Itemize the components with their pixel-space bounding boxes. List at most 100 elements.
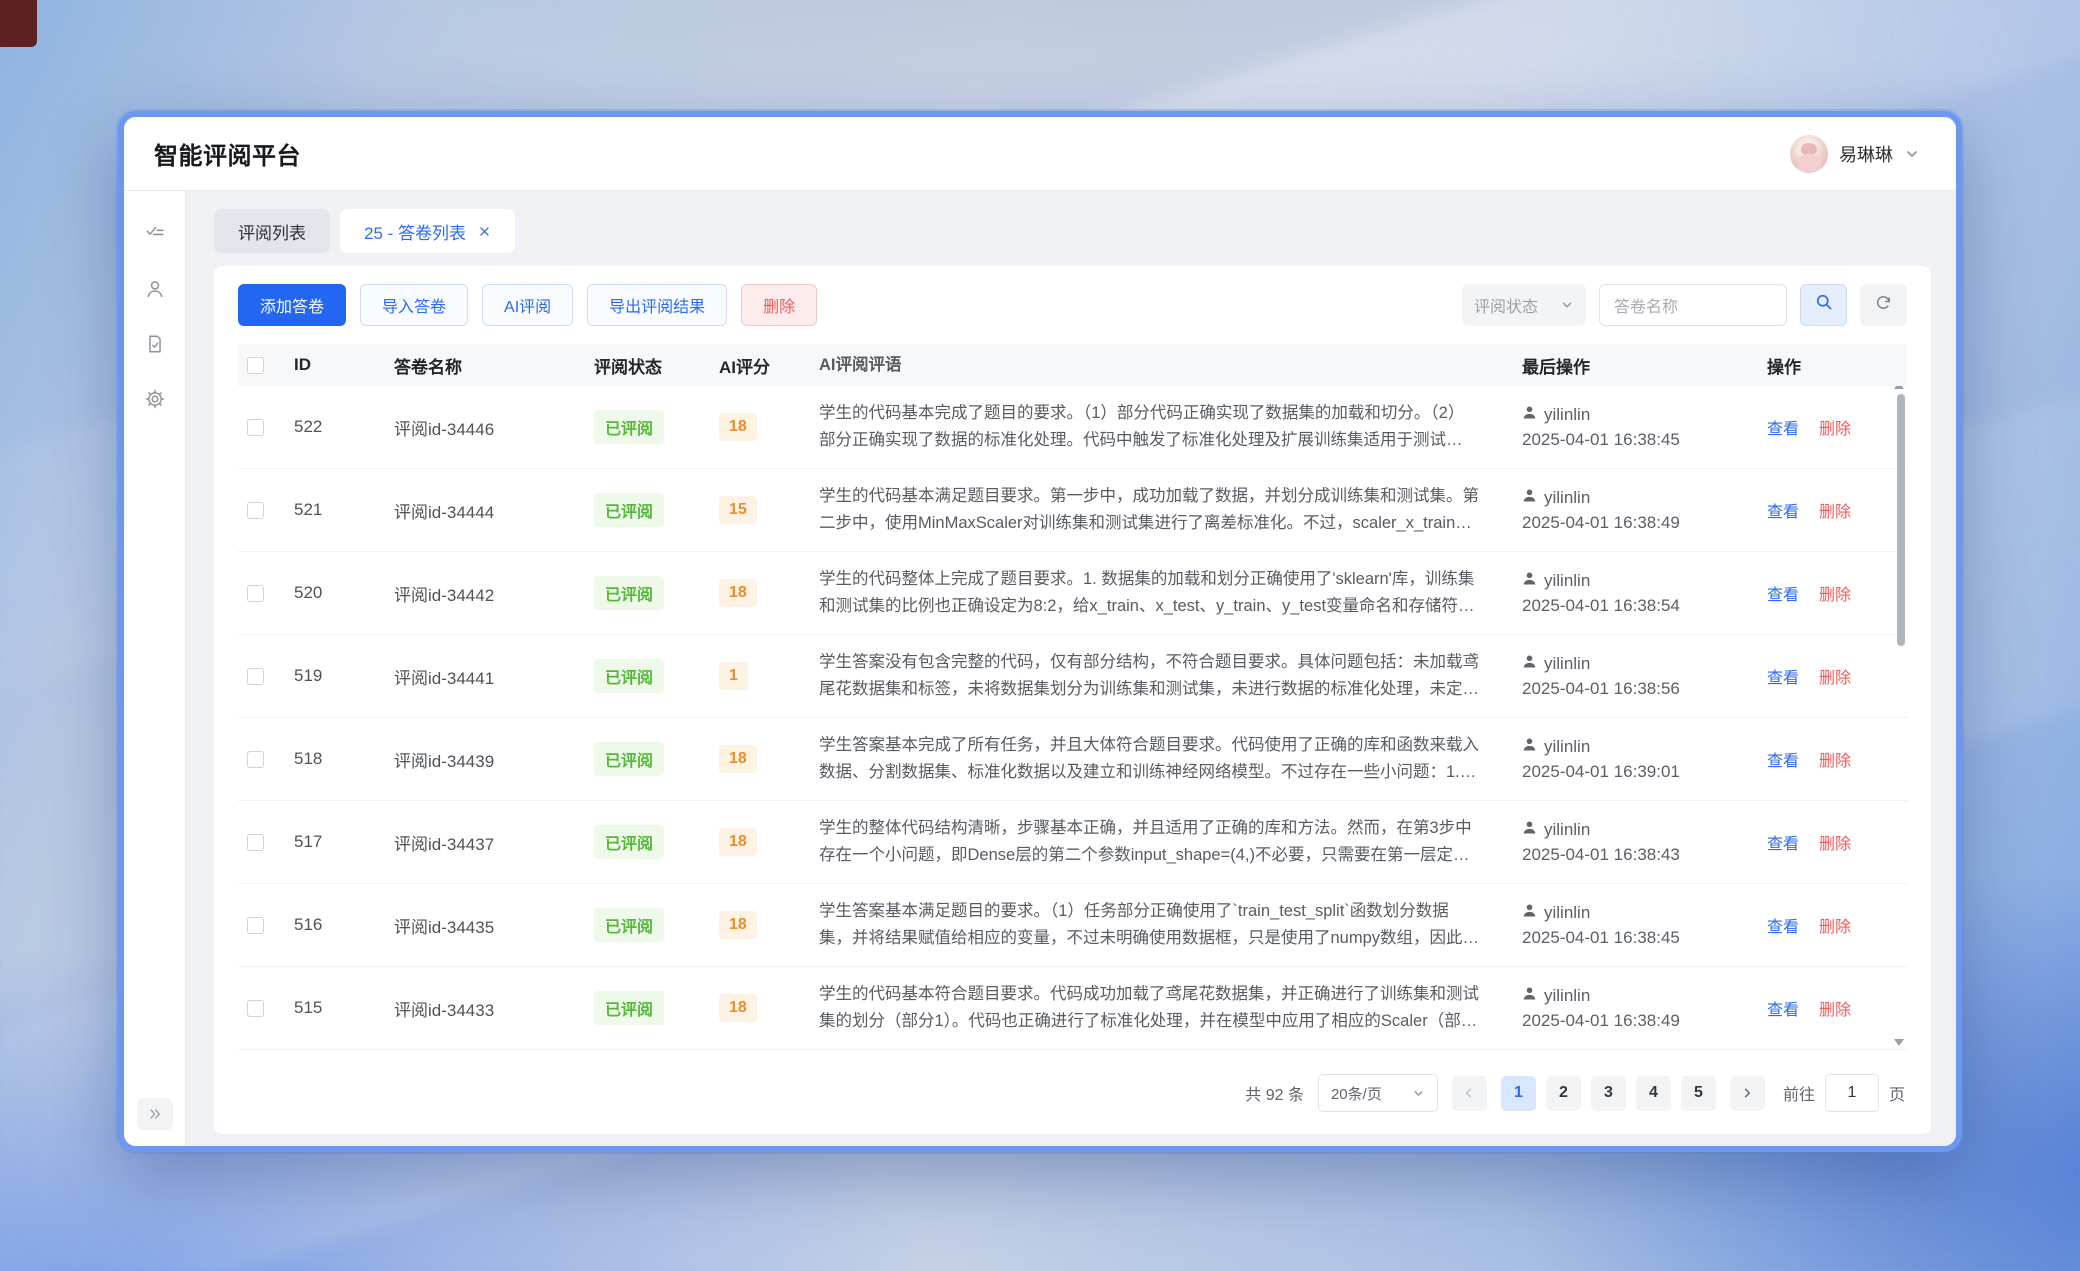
search-icon [1814,292,1834,317]
score-badge: 18 [719,911,757,939]
table-row: 521 评阅id-34444 已评阅 15 学生的代码基本满足题目要求。第一步中… [238,469,1907,552]
review-status-select[interactable]: 评阅状态 [1462,284,1586,326]
operator-user-icon [1522,405,1537,425]
table-row: 518 评阅id-34439 已评阅 18 学生答案基本完成了所有任务，并且大体… [238,718,1907,801]
operator-user-icon [1522,903,1537,923]
review-checklist-icon[interactable] [144,223,166,245]
scrollbar-up-arrow[interactable] [1894,386,1904,389]
view-link[interactable]: 查看 [1767,664,1799,688]
scrollbar-thumb[interactable] [1897,394,1905,646]
settings-gear-icon[interactable] [144,388,166,410]
view-link[interactable]: 查看 [1767,581,1799,605]
scrollbar-down-arrow[interactable] [1894,1039,1904,1046]
score-badge: 18 [719,828,757,856]
window-body: 评阅列表 25 - 答卷列表 添加答卷 导入答卷 AI评阅 [124,191,1956,1146]
collapse-sidebar-button[interactable] [137,1098,173,1130]
operator-user-icon [1522,571,1537,591]
status-badge: 已评阅 [594,991,664,1025]
table-row: 515 评阅id-34433 已评阅 18 学生的代码基本符合题目要求。代码成功… [238,967,1907,1050]
operator-user-icon [1522,820,1537,840]
pagination: 共 92 条 20条/页 12345 前往 [238,1052,1907,1134]
status-badge: 已评阅 [594,659,664,693]
row-time: 2025-04-01 16:38:45 [1522,430,1767,450]
row-last-op: yilinlin 2025-04-01 16:38:45 [1522,405,1767,450]
score-badge: 18 [719,994,757,1022]
import-answer-button[interactable]: 导入答卷 [360,284,468,326]
ai-review-button[interactable]: AI评阅 [482,284,573,326]
page-number-button[interactable]: 4 [1636,1076,1671,1111]
answer-name-input[interactable]: 答卷名称 [1599,284,1787,326]
row-id: 521 [294,500,394,520]
user-icon[interactable] [144,278,166,300]
document-check-icon[interactable] [144,333,166,355]
refresh-button[interactable] [1860,284,1907,326]
row-checkbox[interactable] [247,502,264,519]
row-checkbox[interactable] [247,419,264,436]
row-checkbox[interactable] [247,585,264,602]
table-header: ID 答卷名称 评阅状态 AI评分 AI评阅评语 最后操作 操作 [238,344,1907,386]
page-size-select[interactable]: 20条/页 [1318,1074,1438,1112]
page-list: 12345 [1501,1076,1716,1111]
tab-review-list[interactable]: 评阅列表 [214,209,330,253]
row-name: 评阅id-34442 [394,581,594,606]
prev-page-button[interactable] [1452,1076,1487,1111]
row-time: 2025-04-01 16:38:43 [1522,845,1767,865]
row-checkbox[interactable] [247,668,264,685]
delete-link[interactable]: 删除 [1819,415,1851,439]
row-name: 评阅id-34444 [394,498,594,523]
delete-link[interactable]: 删除 [1819,747,1851,771]
view-link[interactable]: 查看 [1767,996,1799,1020]
view-link[interactable]: 查看 [1767,415,1799,439]
user-menu[interactable]: 易琳琳 [1790,135,1920,173]
delete-link[interactable]: 删除 [1819,830,1851,854]
page-number-button[interactable]: 5 [1681,1076,1716,1111]
view-link[interactable]: 查看 [1767,830,1799,854]
status-badge: 已评阅 [594,908,664,942]
next-page-button[interactable] [1730,1076,1765,1111]
row-comment: 学生答案基本完成了所有任务，并且大体符合题目要求。代码使用了正确的库和函数来载入… [819,732,1522,786]
row-operator: yilinlin [1544,737,1590,757]
header-score: AI评分 [719,353,819,378]
delete-link[interactable]: 删除 [1819,913,1851,937]
row-operator: yilinlin [1544,654,1590,674]
row-id: 519 [294,666,394,686]
tab-answer-sheet-list[interactable]: 25 - 答卷列表 [340,209,515,253]
row-checkbox[interactable] [247,1000,264,1017]
delete-link[interactable]: 删除 [1819,581,1851,605]
avatar[interactable] [1790,135,1828,173]
operator-user-icon [1522,654,1537,674]
status-badge: 已评阅 [594,493,664,527]
goto-unit-label: 页 [1889,1081,1905,1105]
page-number-button[interactable]: 1 [1501,1076,1536,1111]
row-id: 515 [294,998,394,1018]
row-checkbox[interactable] [247,751,264,768]
page-number-button[interactable]: 3 [1591,1076,1626,1111]
refresh-icon [1874,293,1893,317]
main-content: 评阅列表 25 - 答卷列表 添加答卷 导入答卷 AI评阅 [186,191,1956,1146]
row-checkbox[interactable] [247,917,264,934]
row-comment: 学生的代码基本满足题目要求。第一步中，成功加载了数据，并划分成训练集和测试集。第… [819,483,1522,537]
row-id: 518 [294,749,394,769]
view-link[interactable]: 查看 [1767,913,1799,937]
delete-link[interactable]: 删除 [1819,664,1851,688]
view-link[interactable]: 查看 [1767,747,1799,771]
select-placeholder: 评阅状态 [1474,293,1538,317]
add-answer-button[interactable]: 添加答卷 [238,284,346,326]
delete-link[interactable]: 删除 [1819,498,1851,522]
table-row: 520 评阅id-34442 已评阅 18 学生的代码整体上完成了题目要求。1.… [238,552,1907,635]
user-name: 易琳琳 [1839,141,1893,167]
search-button[interactable] [1800,284,1847,326]
delete-link[interactable]: 删除 [1819,996,1851,1020]
delete-button[interactable]: 删除 [741,284,817,326]
export-results-button[interactable]: 导出评阅结果 [587,284,727,326]
table-body: 522 评阅id-34446 已评阅 18 学生的代码基本完成了题目的要求。（1… [238,386,1907,1050]
view-link[interactable]: 查看 [1767,498,1799,522]
goto-page-input[interactable] [1825,1074,1879,1112]
select-all-checkbox[interactable] [247,357,264,374]
page-number-button[interactable]: 2 [1546,1076,1581,1111]
close-icon[interactable] [478,225,491,238]
header-id: ID [294,355,394,375]
window-header: 智能评阅平台 易琳琳 [124,117,1956,191]
sidebar [124,191,186,1146]
row-checkbox[interactable] [247,834,264,851]
